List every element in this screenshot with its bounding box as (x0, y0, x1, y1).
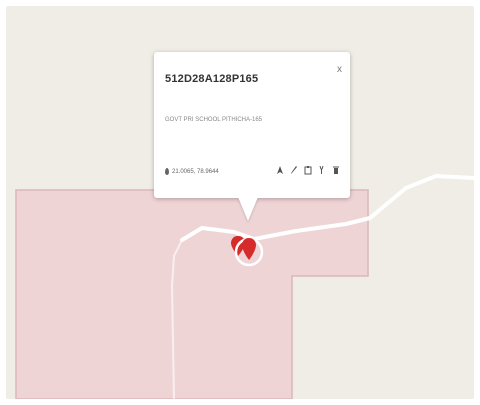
close-icon[interactable]: x (337, 64, 342, 75)
popup-title: 512D28A128P165 (165, 73, 259, 85)
popup-pointer (238, 197, 258, 221)
trash-icon[interactable] (332, 164, 340, 176)
map-canvas[interactable]: 512D28A128P165 x GOVT PRI SCHOOL PITHICH… (6, 6, 474, 399)
clipboard-icon[interactable] (304, 164, 312, 176)
coordinates-text: 21.0065, 78.9644 (172, 168, 219, 175)
popup-description: GOVT PRI SCHOOL PITHICHA-165 (165, 117, 263, 123)
tool-icon[interactable] (318, 164, 326, 176)
directions-icon[interactable] (276, 164, 284, 176)
highlighted-area[interactable] (15, 189, 369, 399)
marker-cluster (231, 226, 271, 281)
info-popup: 512D28A128P165 x GOVT PRI SCHOOL PITHICH… (154, 52, 350, 221)
pin-icon (165, 168, 169, 175)
popup-coordinates: 21.0065, 78.9644 (165, 168, 219, 175)
popup-actions (276, 164, 340, 176)
edit-icon[interactable] (290, 164, 298, 176)
